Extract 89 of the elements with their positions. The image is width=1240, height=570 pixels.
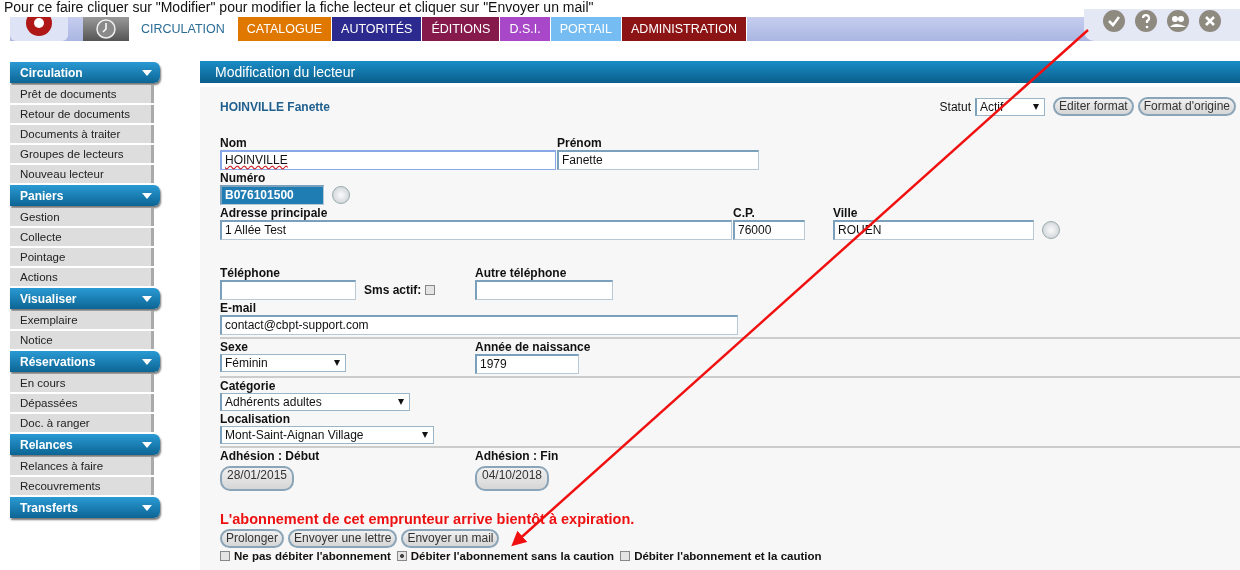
top-tab[interactable]: ÉDITIONS	[422, 17, 501, 41]
sidebar-item[interactable]: En cours	[10, 374, 154, 392]
field-label: Nom	[220, 136, 248, 150]
sidebar-section-header[interactable]: Relances	[10, 434, 160, 455]
debit-option[interactable]: Débiter l'abonnement et la caution	[620, 550, 822, 562]
caret-icon	[142, 192, 152, 199]
panel-title-bar: Modification du lecteur	[200, 61, 1240, 83]
sidebar-item[interactable]: Dépassées	[10, 394, 154, 412]
caret-icon	[142, 358, 152, 365]
home-tab[interactable]	[83, 17, 129, 41]
sidebar-item[interactable]: Documents à traiter	[10, 125, 154, 143]
caret-icon	[142, 69, 152, 76]
more-button[interactable]	[1042, 221, 1060, 239]
field-label: C.P.	[733, 206, 756, 220]
sidebar-item[interactable]: Nouveau lecteur	[10, 165, 154, 183]
sidebar-item[interactable]: Gestion	[10, 208, 154, 226]
input-field[interactable]	[220, 280, 356, 300]
field-label: Sms actif:	[364, 283, 422, 297]
caret-icon	[142, 295, 152, 302]
input-field[interactable]: HOINVILLE	[220, 150, 556, 170]
field-label: Localisation	[220, 412, 291, 426]
field-label: Autre téléphone	[475, 266, 568, 280]
caret-icon	[142, 441, 152, 448]
sidebar-item[interactable]: Groupes de lecteurs	[10, 145, 154, 163]
caret-icon	[142, 504, 152, 511]
id-field[interactable]: B076101500	[220, 185, 324, 205]
reader-name: HOINVILLE Fanette	[220, 99, 330, 114]
format-button[interactable]: Editer format	[1052, 97, 1134, 116]
sidebar-item[interactable]: Collecte	[10, 228, 154, 246]
field-label: Téléphone	[220, 266, 281, 280]
field-label: Sexe	[220, 340, 250, 354]
select-field[interactable]: Mont-Saint-Aignan Village	[220, 426, 434, 444]
close-icon[interactable]	[1198, 9, 1222, 33]
sidebar-item[interactable]: Doc. à ranger	[10, 414, 154, 432]
action-button[interactable]: Prolonger	[220, 529, 285, 548]
field-label: Année de naissance	[475, 340, 591, 354]
top-tab[interactable]: CIRCULATION	[129, 17, 238, 41]
logo-icon	[24, 17, 54, 37]
input-field[interactable]	[475, 280, 613, 300]
sidebar-section-header[interactable]: Circulation	[10, 62, 160, 83]
help-icon[interactable]	[1134, 9, 1158, 33]
sidebar-item[interactable]: Notice	[10, 331, 154, 349]
sidebar-section-header[interactable]: Réservations	[10, 351, 160, 372]
sidebar-section-header[interactable]: Visualiser	[10, 288, 160, 309]
more-button[interactable]	[332, 186, 350, 204]
sidebar-item[interactable]: Pointage	[10, 248, 154, 266]
action-button[interactable]: Envoyer une lettre	[288, 529, 398, 548]
caret-icon	[398, 399, 404, 405]
field-label: Ville	[833, 206, 859, 220]
input-field[interactable]: 76000	[733, 220, 805, 240]
input-field[interactable]: contact@cbpt-support.com	[220, 315, 738, 335]
field-label: Adhésion : Début	[220, 449, 321, 463]
users-icon[interactable]	[1166, 9, 1190, 33]
status-label: Statut	[939, 99, 971, 114]
format-button[interactable]: Format d'origine	[1137, 97, 1236, 116]
checkbox[interactable]	[425, 285, 436, 295]
input-field[interactable]: 1 Allée Test	[220, 220, 732, 240]
instruction-text: Pour ce faire cliquer sur "Modifier" pour modifier la fiche lecteur et cliquer sur "Envoyer un mail"	[3, 0, 595, 17]
sidebar-item[interactable]: Exemplaire	[10, 311, 154, 329]
sidebar-item[interactable]: Retour de documents	[10, 105, 154, 123]
field-label: Adresse principale	[220, 206, 329, 220]
action-button[interactable]: Envoyer un mail	[401, 529, 500, 548]
debit-option[interactable]: Ne pas débiter l'abonnement	[220, 550, 391, 562]
clock-icon	[96, 19, 116, 39]
top-tab[interactable]: D.S.I.	[500, 17, 551, 41]
caret-icon	[422, 432, 428, 438]
debit-option[interactable]: Débiter l'abonnement sans la caution	[396, 550, 615, 562]
sidebar-item[interactable]: Prêt de documents	[10, 85, 154, 103]
select-field[interactable]: Adhérents adultes	[220, 393, 410, 411]
caret-icon	[1032, 103, 1039, 110]
sidebar-section-header[interactable]: Paniers	[10, 185, 160, 206]
caret-icon	[334, 360, 340, 366]
select-field[interactable]: Féminin	[220, 354, 346, 372]
sidebar-item[interactable]: Actions	[10, 268, 154, 286]
field-label: Prénom	[557, 136, 603, 150]
sidebar-section-header[interactable]: Transferts	[10, 497, 160, 518]
check-icon[interactable]	[1102, 9, 1126, 33]
date-field[interactable]: 04/10/2018	[475, 466, 549, 491]
field-label: E-mail	[220, 301, 257, 315]
top-tab[interactable]: AUTORITÉS	[332, 17, 423, 41]
top-tab[interactable]: ADMINISTRATION	[622, 17, 748, 41]
field-label: Catégorie	[220, 379, 277, 393]
input-field[interactable]: Fanette	[557, 150, 759, 170]
field-label: Numéro	[220, 171, 267, 185]
input-field[interactable]: 1979	[475, 354, 579, 374]
date-field[interactable]: 28/01/2015	[220, 466, 294, 491]
sidebar-item[interactable]: Relances à faire	[10, 457, 154, 475]
field-label: Adhésion : Fin	[475, 449, 559, 463]
sidebar-item[interactable]: Recouvrements	[10, 477, 154, 495]
